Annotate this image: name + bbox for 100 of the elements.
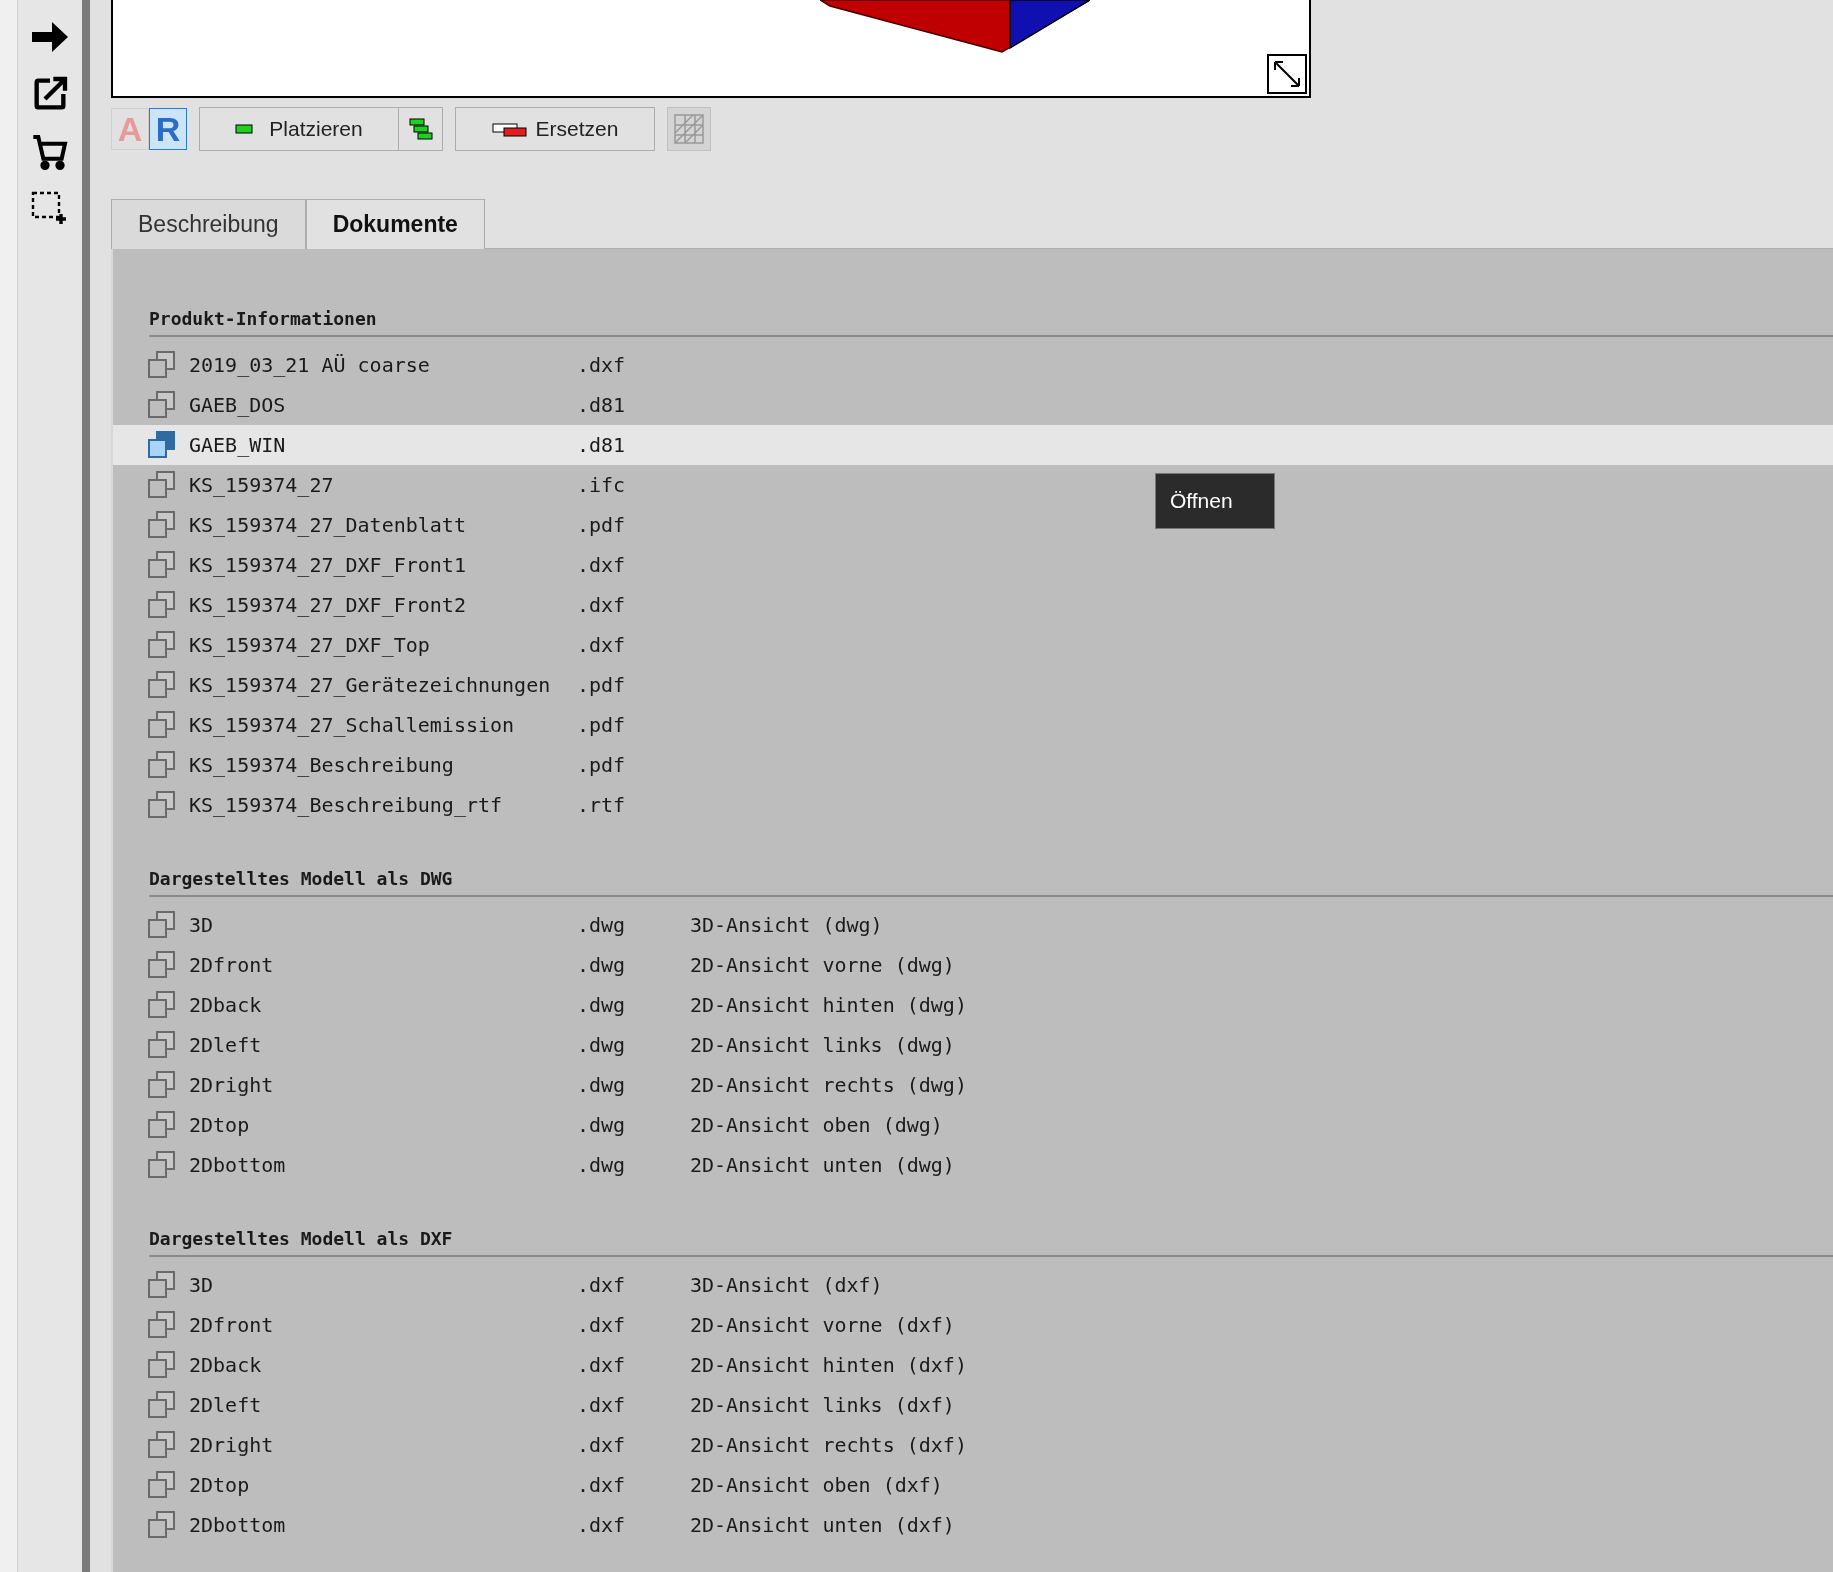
file-name: KS_159374_27 bbox=[188, 472, 335, 499]
document-row[interactable]: 2Dleft .dxf 2D-Ansicht links (dxf) bbox=[113, 1385, 1113, 1425]
file-extension: .dxf bbox=[577, 552, 627, 579]
file-extension: .dxf bbox=[577, 1352, 627, 1379]
tab[interactable]: Beschreibung bbox=[111, 199, 306, 249]
file-extension: .dxf bbox=[577, 352, 627, 379]
file-description: 2D-Ansicht rechts (dwg) bbox=[690, 1072, 967, 1099]
document-icon bbox=[147, 1070, 177, 1100]
file-extension: .dxf bbox=[577, 1512, 627, 1539]
document-row[interactable]: 2Dleft .dwg 2D-Ansicht links (dwg) bbox=[113, 1025, 1113, 1065]
file-extension: .dwg bbox=[577, 952, 627, 979]
document-icon bbox=[147, 790, 177, 820]
file-description: 2D-Ansicht hinten (dxf) bbox=[690, 1352, 967, 1379]
file-name: 2Dback bbox=[188, 1352, 263, 1379]
document-icon bbox=[147, 510, 177, 540]
file-description: 3D-Ansicht (dxf) bbox=[690, 1272, 883, 1299]
document-icon bbox=[147, 1110, 177, 1140]
document-icon bbox=[147, 1430, 177, 1460]
document-row[interactable]: 2Dright .dxf 2D-Ansicht rechts (dxf) bbox=[113, 1425, 1113, 1465]
file-extension: .pdf bbox=[577, 672, 627, 699]
file-name: 2Dfront bbox=[188, 952, 275, 979]
document-row[interactable]: 2019_03_21 AÜ coarse .dxf bbox=[113, 345, 1113, 385]
document-row[interactable]: 2Dright .dwg 2D-Ansicht rechts (dwg) bbox=[113, 1065, 1113, 1105]
document-icon bbox=[147, 950, 177, 980]
document-row[interactable]: 3D .dwg 3D-Ansicht (dwg) bbox=[113, 905, 1113, 945]
file-description: 2D-Ansicht links (dwg) bbox=[690, 1032, 955, 1059]
file-name: 2Dleft bbox=[188, 1392, 263, 1419]
file-name: KS_159374_27_DXF_Front1 bbox=[188, 552, 467, 579]
document-row[interactable]: KS_159374_27_DXF_Front2 .dxf bbox=[113, 585, 1113, 625]
layers-icon bbox=[408, 118, 433, 140]
file-name: 2Dbottom bbox=[188, 1512, 287, 1539]
file-description: 2D-Ansicht vorne (dwg) bbox=[690, 952, 955, 979]
document-icon bbox=[147, 1510, 177, 1540]
document-row[interactable]: KS_159374_27_DXF_Front1 .dxf bbox=[113, 545, 1113, 585]
document-icon bbox=[147, 1270, 177, 1300]
document-row[interactable]: KS_159374_Beschreibung_rtf .rtf bbox=[113, 785, 1113, 825]
document-row[interactable]: 3D .dxf 3D-Ansicht (dxf) bbox=[113, 1265, 1113, 1305]
document-row[interactable]: GAEB_DOS .d81 bbox=[113, 385, 1113, 425]
document-row[interactable]: 2Dfront .dwg 2D-Ansicht vorne (dwg) bbox=[113, 945, 1113, 985]
file-description: 2D-Ansicht rechts (dxf) bbox=[690, 1432, 967, 1459]
file-description: 2D-Ansicht oben (dwg) bbox=[690, 1112, 943, 1139]
document-row[interactable]: 2Dback .dwg 2D-Ansicht hinten (dwg) bbox=[113, 985, 1113, 1025]
document-icon bbox=[147, 1310, 177, 1340]
expand-icon[interactable] bbox=[1267, 54, 1307, 94]
tooltip: Öffnen bbox=[1155, 473, 1275, 529]
file-extension: .dxf bbox=[577, 1392, 627, 1419]
file-extension: .dwg bbox=[577, 1152, 627, 1179]
file-extension: .dxf bbox=[577, 1432, 627, 1459]
document-icon bbox=[147, 750, 177, 780]
document-row[interactable]: KS_159374_27_Schallemission .pdf bbox=[113, 705, 1113, 745]
replace-button[interactable]: Ersetzen bbox=[455, 107, 655, 151]
file-name: KS_159374_27_Gerätezeichnungen bbox=[188, 672, 552, 699]
bar-icon bbox=[235, 124, 254, 134]
document-row[interactable]: KS_159374_27_Datenblatt .pdf bbox=[113, 505, 1113, 545]
file-extension: .dxf bbox=[577, 632, 627, 659]
document-icon bbox=[147, 430, 177, 460]
document-row[interactable]: 2Dtop .dwg 2D-Ansicht oben (dwg) bbox=[113, 1105, 1113, 1145]
document-row[interactable]: 2Dbottom .dwg 2D-Ansicht unten (dwg) bbox=[113, 1145, 1113, 1185]
file-name: GAEB_DOS bbox=[188, 392, 287, 419]
file-name: KS_159374_27_Schallemission bbox=[188, 712, 516, 739]
file-description: 3D-Ansicht (dwg) bbox=[690, 912, 883, 939]
file-name: KS_159374_Beschreibung bbox=[188, 752, 455, 779]
document-icon bbox=[147, 1390, 177, 1420]
file-extension: .d81 bbox=[577, 432, 627, 459]
tab[interactable]: Dokumente bbox=[305, 199, 485, 249]
document-icon bbox=[147, 550, 177, 580]
file-name: 2Dbottom bbox=[188, 1152, 287, 1179]
cart-icon[interactable] bbox=[30, 132, 70, 172]
file-name: 2Dback bbox=[188, 992, 263, 1019]
document-icon bbox=[147, 350, 177, 380]
document-row[interactable]: KS_159374_27 .ifc bbox=[113, 465, 1113, 505]
document-icon bbox=[147, 590, 177, 620]
document-icon bbox=[147, 390, 177, 420]
document-row[interactable]: 2Dback .dxf 2D-Ansicht hinten (dxf) bbox=[113, 1345, 1113, 1385]
file-extension: .dwg bbox=[577, 992, 627, 1019]
toggle-button[interactable]: R bbox=[149, 108, 187, 150]
file-description: 2D-Ansicht unten (dwg) bbox=[690, 1152, 955, 1179]
place-button[interactable]: Platzieren bbox=[199, 107, 399, 151]
document-row[interactable]: KS_159374_27_DXF_Top .dxf bbox=[113, 625, 1113, 665]
document-row[interactable]: KS_159374_Beschreibung .pdf bbox=[113, 745, 1113, 785]
document-icon bbox=[147, 710, 177, 740]
document-row[interactable]: 2Dfront .dxf 2D-Ansicht vorne (dxf) bbox=[113, 1305, 1113, 1345]
file-extension: .ifc bbox=[577, 472, 627, 499]
file-name: 3D bbox=[188, 1272, 215, 1299]
swap-icon bbox=[491, 120, 528, 138]
document-icon bbox=[147, 1150, 177, 1180]
document-row[interactable]: 2Dbottom .dxf 2D-Ansicht unten (dxf) bbox=[113, 1505, 1113, 1545]
layers-button[interactable] bbox=[399, 107, 443, 151]
file-extension: .dwg bbox=[577, 912, 627, 939]
file-name: 2Dtop bbox=[188, 1112, 251, 1139]
document-row[interactable]: 2Dtop .dxf 2D-Ansicht oben (dxf) bbox=[113, 1465, 1113, 1505]
section-heading: Produkt-Informationen bbox=[149, 308, 377, 329]
file-extension: .dwg bbox=[577, 1072, 627, 1099]
file-extension: .pdf bbox=[577, 712, 627, 739]
document-row[interactable]: GAEB_WIN .d81 bbox=[113, 425, 1833, 465]
file-description: 2D-Ansicht unten (dxf) bbox=[690, 1512, 955, 1539]
document-row[interactable]: KS_159374_27_Gerätezeichnungen .pdf bbox=[113, 665, 1113, 705]
file-name: 2019_03_21 AÜ coarse bbox=[188, 352, 431, 379]
file-name: 2Dright bbox=[188, 1432, 275, 1459]
file-extension: .dwg bbox=[577, 1032, 627, 1059]
